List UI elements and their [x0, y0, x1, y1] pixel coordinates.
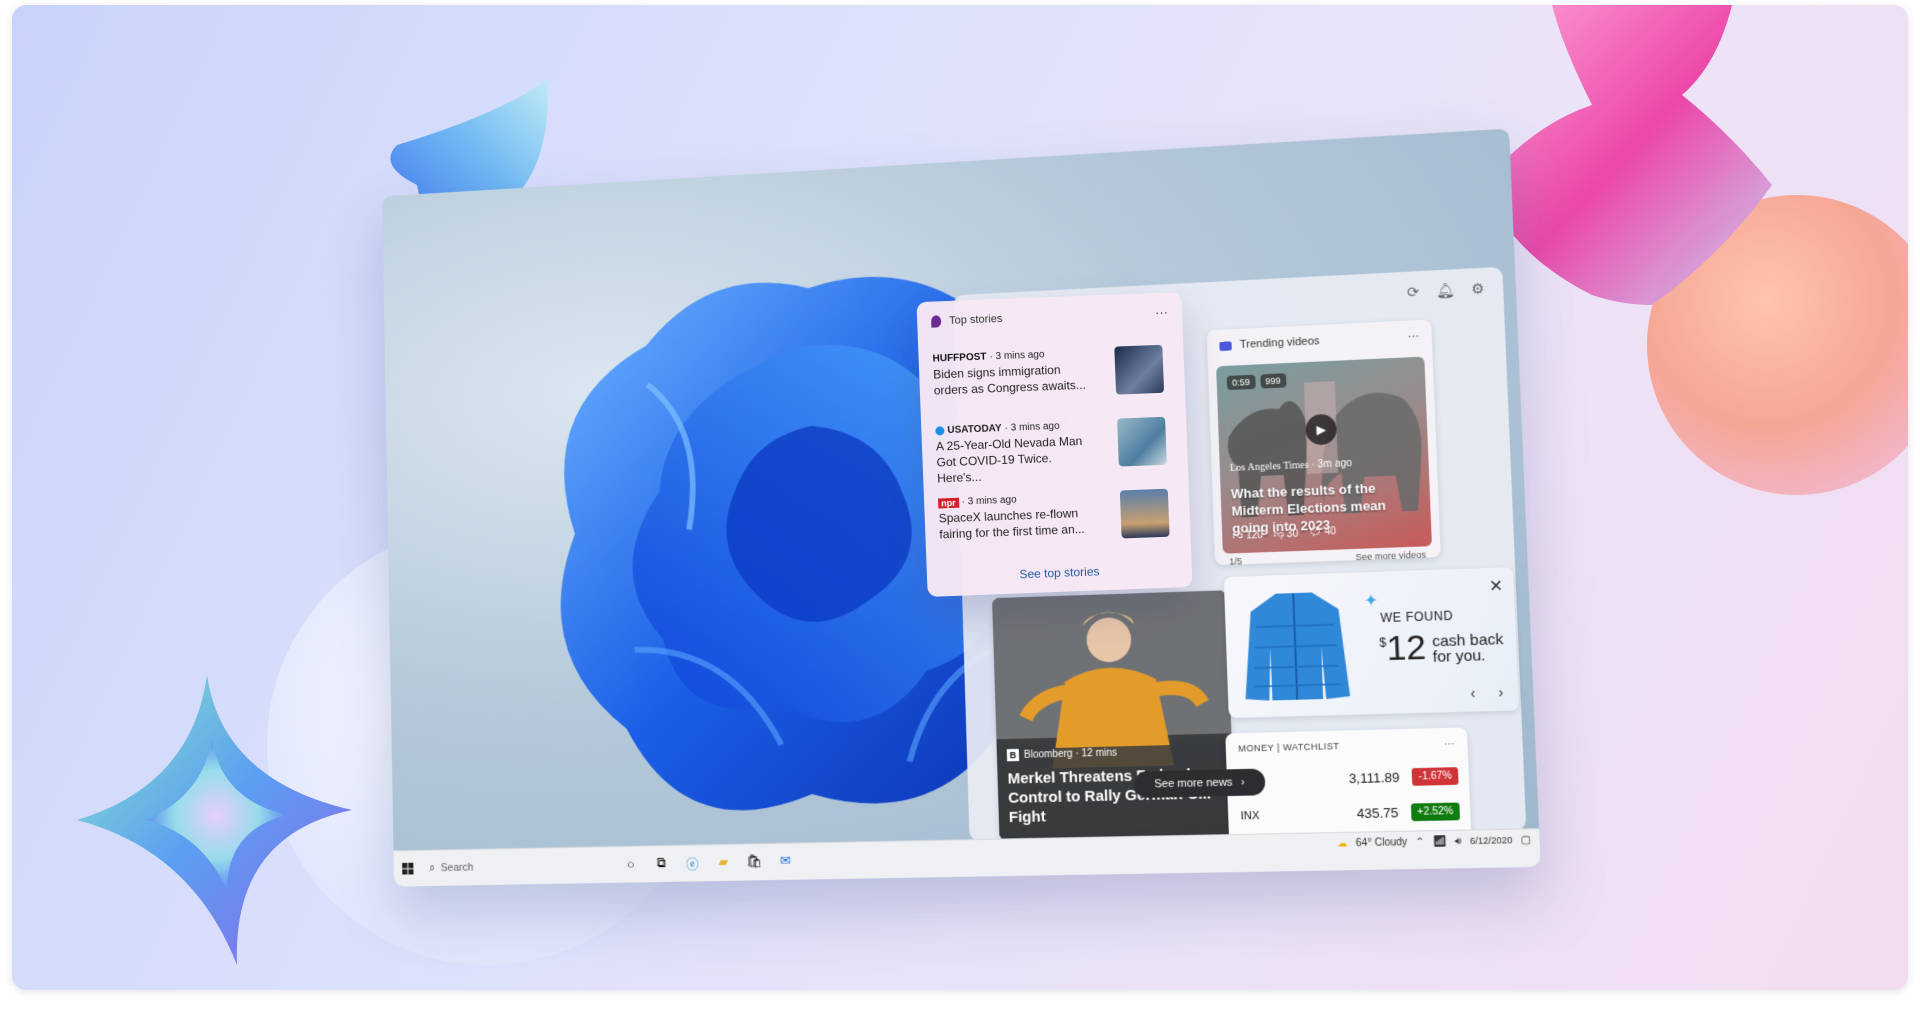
see-top-stories-link[interactable]: See top stories	[927, 561, 1192, 585]
story-thumbnail	[1120, 489, 1170, 539]
story-thumbnail	[1114, 345, 1164, 395]
story-item[interactable]: HUFFPOST · 3 mins ago Biden signs immigr…	[932, 344, 1174, 398]
story-source: HUFFPOST	[932, 352, 986, 365]
top-stories-card[interactable]: Top stories ··· HUFFPOST · 3 mins ago Bi…	[916, 292, 1192, 597]
see-more-news-button[interactable]: See more news ›	[1134, 768, 1266, 798]
comment-icon[interactable]: 💬︎ 40	[1308, 526, 1336, 539]
video-thumbnail[interactable]: 0:59 999 ▶ Los Angeles Times · 3m ago Wh…	[1216, 357, 1432, 554]
money-header: MONEY | WATCHLIST ···	[1225, 727, 1468, 764]
clock[interactable]: 6/12/2020	[1470, 834, 1513, 847]
money-title: MONEY | WATCHLIST	[1238, 741, 1340, 754]
close-icon[interactable]: ✕	[1489, 576, 1504, 597]
network-icon[interactable]: 📶︎	[1433, 836, 1447, 848]
news-source-text: Bloomberg · 12 mins	[1024, 747, 1117, 760]
task-view-icon[interactable]: ⧉	[651, 852, 673, 874]
cortana-icon[interactable]: ○	[620, 853, 642, 875]
see-more-videos-link[interactable]: See more videos	[1355, 549, 1426, 562]
dislike-count: 30	[1287, 529, 1299, 541]
cashback-value: 12	[1386, 630, 1427, 666]
chevron-up-icon[interactable]: ⌃	[1415, 836, 1424, 848]
chevron-left-icon[interactable]: ‹	[1470, 685, 1476, 702]
more-options-icon[interactable]: ···	[1408, 330, 1420, 343]
story-headline: Biden signs immigration orders as Congre…	[933, 360, 1094, 398]
background-frame: ⟳ 🔔︎ ⚙ Trending videos ··· 0:59 999 ▶ Lo…	[12, 5, 1908, 990]
more-options-icon[interactable]: ···	[1155, 305, 1169, 320]
merkel-news-card[interactable]: B Bloomberg · 12 mins Merkel Threatens F…	[992, 590, 1235, 840]
story-item[interactable]: USATODAY · 3 mins ago A 25-Year-Old Neva…	[935, 416, 1177, 486]
more-options-icon[interactable]: ···	[1444, 738, 1455, 749]
usatoday-logo-icon	[935, 426, 944, 435]
trending-videos-title: Trending videos	[1240, 335, 1320, 351]
refresh-icon[interactable]: ⟳	[1407, 283, 1420, 301]
trending-videos-header: Trending videos ···	[1207, 319, 1433, 362]
video-age: · 3m ago	[1311, 458, 1352, 471]
stock-symbol: INX	[1240, 808, 1329, 822]
clock-date: 6/12/2020	[1470, 834, 1513, 847]
video-pager[interactable]: 1/5	[1229, 556, 1242, 565]
see-more-news-label: See more news	[1154, 776, 1233, 790]
top-stories-title: Top stories	[949, 313, 1003, 327]
search-icon: ⌕	[429, 862, 435, 875]
story-age: · 3 mins ago	[1004, 421, 1059, 434]
gear-icon[interactable]: ⚙	[1471, 280, 1485, 298]
stock-change: -1.67%	[1412, 767, 1459, 786]
notifications-icon[interactable]: ▢	[1521, 834, 1532, 846]
story-item[interactable]: npr · 3 mins ago SpaceX launches re-flow…	[938, 488, 1180, 542]
cashback-card[interactable]: ✦ WE FOUND $ 12 cash back for you. ✕ ‹ ›	[1224, 567, 1519, 718]
system-tray: ☁ 64° Cloudy ⌃ 📶︎ 🔊︎ 6/12/2020 ▢	[1337, 833, 1531, 849]
story-age: · 3 mins ago	[961, 494, 1016, 507]
cashback-nav: ‹ ›	[1470, 684, 1504, 702]
cashback-amount: $ 12 cash back for you.	[1379, 627, 1512, 666]
story-headline: A 25-Year-Old Nevada Man Got COVID-19 Tw…	[936, 432, 1098, 486]
story-source: npr	[938, 497, 959, 508]
views-badge: 999	[1260, 373, 1286, 388]
bell-icon[interactable]: 🔔︎	[1435, 282, 1454, 300]
panel-header-actions: ⟳ 🔔︎ ⚙	[1407, 280, 1485, 301]
file-explorer-icon[interactable]: ▰	[712, 851, 734, 873]
watchlist-row[interactable]: INX 435.75 +2.52%	[1240, 803, 1460, 825]
story-age: · 3 mins ago	[989, 349, 1044, 362]
chevron-right-icon: ›	[1241, 776, 1245, 788]
chevron-right-icon[interactable]: ›	[1498, 684, 1504, 701]
story-thumbnail	[1117, 417, 1167, 467]
jacket-image	[1234, 583, 1357, 708]
start-button[interactable]	[394, 851, 423, 887]
stock-value: 3,111.89	[1329, 770, 1400, 787]
top-stories-icon	[931, 315, 941, 327]
like-count: 120	[1246, 530, 1264, 542]
video-badges: 0:59 999	[1227, 373, 1286, 390]
search-placeholder: Search	[441, 862, 474, 874]
taskbar-apps: ○ ⧉ ⓔ ▰ 🛍︎ ✉	[620, 850, 797, 875]
cashback-found-label: WE FOUND	[1380, 608, 1453, 625]
comment-count: 40	[1324, 526, 1336, 538]
dislike-icon[interactable]: 👎︎ 30	[1273, 527, 1298, 540]
video-icon	[1219, 341, 1232, 351]
taskbar-search[interactable]: ⌕ Search	[422, 852, 610, 881]
bloomberg-logo-icon: B	[1007, 749, 1019, 761]
sparkle-star-shape	[72, 670, 362, 970]
cashback-text: cash back for you.	[1432, 631, 1512, 664]
edge-icon[interactable]: ⓔ	[681, 851, 703, 873]
trending-videos-card[interactable]: Trending videos ··· 0:59 999 ▶ Los Angel…	[1207, 319, 1441, 565]
windows-logo-icon	[402, 863, 413, 875]
mail-icon[interactable]: ✉	[774, 850, 796, 872]
weather-icon[interactable]: ☁	[1337, 838, 1348, 850]
sparkle-icon: ✦	[1364, 590, 1379, 611]
volume-icon[interactable]: 🔊︎	[1455, 835, 1462, 847]
duration-badge: 0:59	[1227, 375, 1256, 390]
pink-pin-shape	[1472, 5, 1908, 505]
store-icon[interactable]: 🛍︎	[743, 850, 765, 872]
like-icon[interactable]: 👍︎ 120	[1232, 529, 1263, 542]
weather-text[interactable]: 64° Cloudy	[1356, 836, 1408, 848]
story-headline: SpaceX launches re-flown fairing for the…	[938, 504, 1099, 542]
stock-value: 435.75	[1329, 805, 1399, 822]
watchlist-row[interactable]: DJI 3,111.89 -1.67%	[1239, 767, 1459, 790]
stock-change: +2.52%	[1411, 803, 1460, 822]
story-source: USATODAY	[947, 423, 1002, 436]
